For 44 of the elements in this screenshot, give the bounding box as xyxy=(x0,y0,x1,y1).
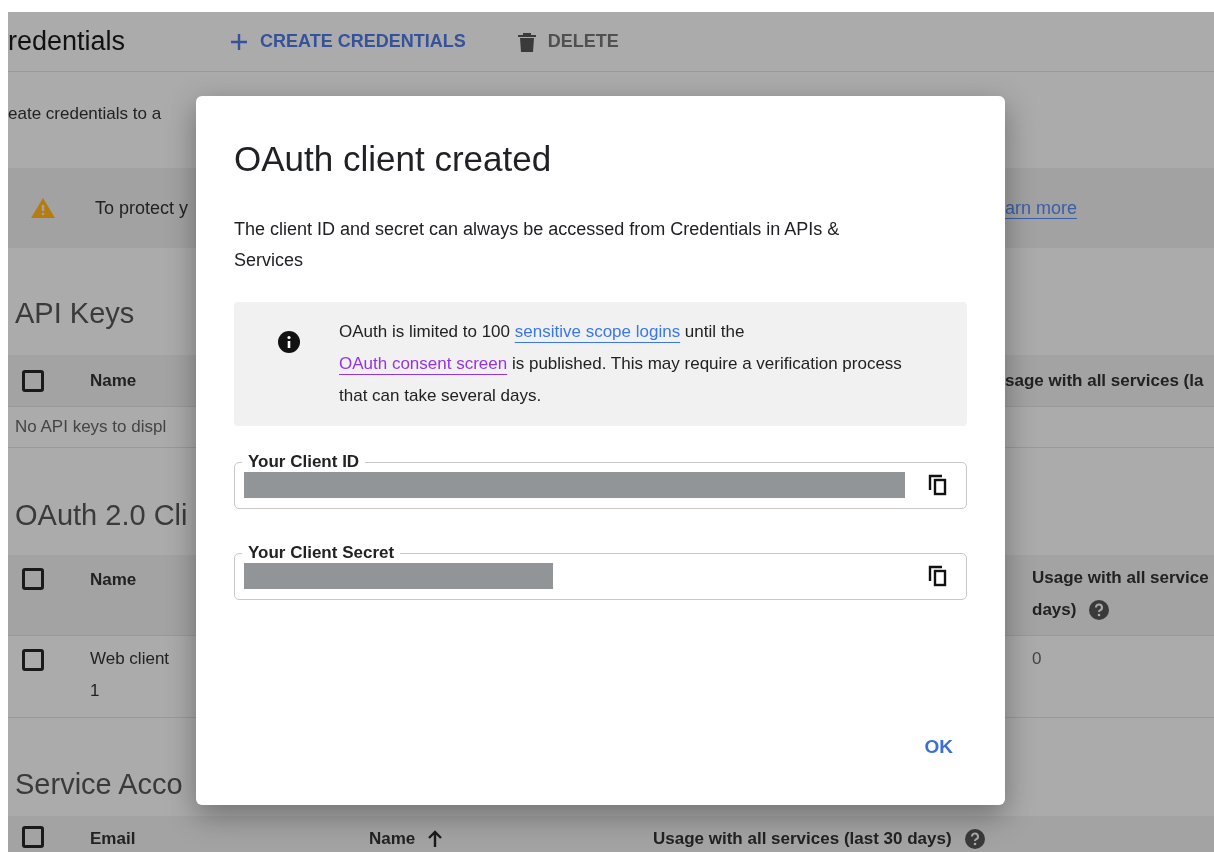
column-header: Usage with all service xyxy=(1032,567,1209,589)
field-label: Your Client ID xyxy=(247,452,361,472)
column-header: Name xyxy=(369,828,416,850)
notice-link[interactable]: OAuth consent screen xyxy=(339,354,508,373)
create-button[interactable]: CREATE CREDENTIALS xyxy=(230,28,466,55)
column-header: Name xyxy=(90,570,137,589)
help-icon[interactable] xyxy=(963,827,986,850)
section-title: OAuth 2.0 Cli xyxy=(15,497,188,533)
notice-text: OAuth is limited to 100 sensitive scope logins until the OAuth consent screen is published. This may require a verification process that can take several days. xyxy=(339,321,903,407)
copy-icon[interactable] xyxy=(928,474,948,496)
column-header: sage with all services (la xyxy=(1005,369,1204,392)
field-label: Your Client Secret xyxy=(247,543,396,563)
dialog-description: The client ID and secret can always be accessed from Credentials in APIs & Services xyxy=(234,218,841,272)
plus-icon xyxy=(230,32,248,51)
checkbox[interactable] xyxy=(22,649,44,671)
column-header: Name xyxy=(90,370,137,390)
usage-cell-text: 0 xyxy=(1032,648,1042,670)
page-title: redentials xyxy=(8,25,127,59)
empty-message: No API keys to displ xyxy=(15,416,167,439)
sort-up-arrow-icon[interactable] xyxy=(427,829,444,848)
checkbox[interactable] xyxy=(22,369,44,392)
intro-text: eate credentials to a xyxy=(8,103,162,126)
column-header: Usage with all services (last 30 days) xyxy=(653,828,952,850)
readonly-field[interactable]: Your Client Secret xyxy=(234,543,967,600)
readonly-field[interactable]: Your Client ID xyxy=(234,452,967,509)
copy-icon[interactable] xyxy=(928,565,948,587)
checkbox[interactable] xyxy=(22,826,44,848)
alert-text: To protect y xyxy=(95,197,189,218)
ok-button[interactable]: OK xyxy=(916,728,961,765)
learn-more-link[interactable]: arn more xyxy=(1005,194,1078,222)
notice-link[interactable]: sensitive scope logins xyxy=(514,322,681,341)
section-title: Service Acco xyxy=(15,766,183,802)
trash-icon xyxy=(517,31,536,52)
info-icon xyxy=(278,331,300,353)
dialog-title: OAuth client created xyxy=(234,138,552,180)
column-header: Email xyxy=(90,828,136,850)
client-name: Web client xyxy=(90,648,170,670)
client-name: 1 xyxy=(90,680,100,702)
delete-button[interactable]: DELETE xyxy=(517,28,619,55)
help-icon[interactable] xyxy=(1088,599,1111,621)
column-header: days) xyxy=(1032,599,1077,621)
warning-icon xyxy=(31,198,55,218)
section-title: API Keys xyxy=(15,295,135,331)
checkbox[interactable] xyxy=(22,568,44,590)
